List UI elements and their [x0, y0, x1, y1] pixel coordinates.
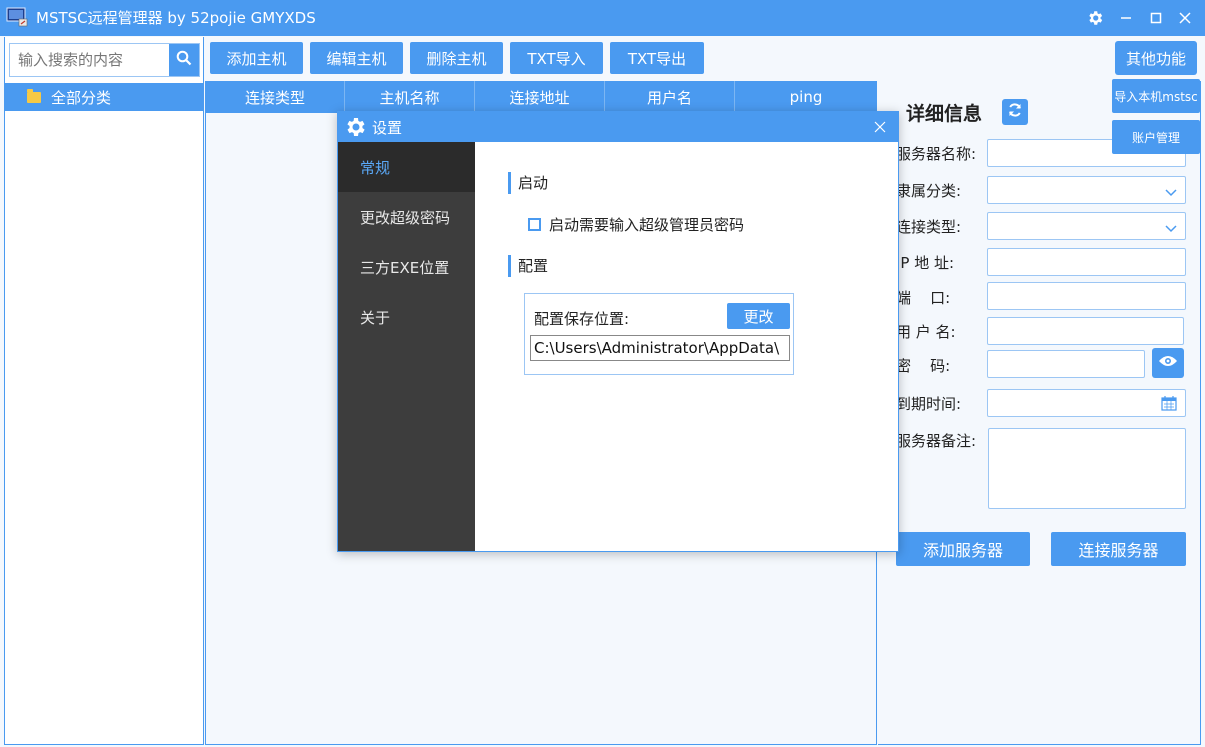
password-field[interactable]: [987, 350, 1145, 378]
ip-field[interactable]: [987, 248, 1186, 276]
save-path-field[interactable]: C:\Users\Administrator\AppData\: [530, 335, 790, 361]
refresh-icon: [1007, 102, 1023, 122]
conn-type-select[interactable]: [987, 212, 1186, 240]
category-label: 隶属分类:: [896, 182, 962, 200]
app-title: MSTSC远程管理器 by 52pojie GMYXDS: [36, 9, 316, 27]
server-name-label: 服务器名称:: [896, 145, 977, 163]
category-panel: 全部分类: [4, 37, 204, 745]
dialog-title-bar: 设置: [338, 112, 898, 142]
ip-label: IP 地 址:: [896, 254, 955, 272]
password-label: 密 码:: [896, 357, 951, 375]
folder-icon: [27, 88, 41, 103]
port-label: 端 口:: [896, 289, 951, 307]
require-password-checkbox[interactable]: 启动需要输入超级管理员密码: [528, 214, 744, 235]
search-button[interactable]: [169, 44, 199, 76]
eye-icon: [1158, 354, 1178, 372]
dialog-title: 设置: [372, 119, 403, 137]
config-section-heading: 配置: [508, 255, 548, 277]
detail-title: 详细信息: [906, 103, 983, 125]
settings-nav: 常规 更改超级密码 三方EXE位置 关于: [338, 142, 475, 551]
other-functions-button[interactable]: 其他功能: [1115, 41, 1197, 75]
save-location-label: 配置保存位置:: [534, 310, 630, 328]
close-icon[interactable]: [870, 117, 890, 137]
startup-section-heading: 启动: [508, 172, 548, 194]
show-password-button[interactable]: [1152, 348, 1184, 378]
maximize-icon[interactable]: [1143, 5, 1169, 31]
expiry-label: 到期时间:: [896, 395, 962, 413]
txt-export-button[interactable]: TXT导出: [610, 42, 704, 74]
calendar-icon[interactable]: [1161, 395, 1177, 415]
app-monitor-icon: [6, 7, 28, 27]
config-location-group: 配置保存位置: 更改 C:\Users\Administrator\AppDat…: [524, 293, 794, 375]
table-header: 连接类型 主机名称 连接地址 用户名 ping: [206, 81, 877, 113]
column-header-address[interactable]: 连接地址: [475, 81, 605, 113]
column-header-conn-type[interactable]: 连接类型: [206, 81, 345, 113]
column-header-username[interactable]: 用户名: [605, 81, 735, 113]
nav-item-about[interactable]: 关于: [338, 292, 475, 342]
search-icon: [176, 50, 192, 70]
change-location-button[interactable]: 更改: [727, 303, 790, 329]
expiry-date-field[interactable]: [987, 389, 1186, 417]
column-header-host-name[interactable]: 主机名称: [345, 81, 475, 113]
chevron-down-icon: [1165, 221, 1177, 237]
remark-textarea[interactable]: [988, 428, 1186, 509]
close-icon[interactable]: [1172, 5, 1198, 31]
txt-import-button[interactable]: TXT导入: [510, 42, 603, 74]
require-password-label: 启动需要输入超级管理员密码: [549, 216, 745, 234]
edit-host-button[interactable]: 编辑主机: [310, 42, 403, 74]
chevron-down-icon: [1165, 185, 1177, 201]
add-host-button[interactable]: 添加主机: [210, 42, 303, 74]
nav-item-change-super-password[interactable]: 更改超级密码: [338, 192, 475, 242]
menu-item-import-local-mstsc[interactable]: 导入本机mstsc: [1112, 79, 1200, 113]
gear-icon[interactable]: [1082, 5, 1108, 31]
nav-item-third-party-exe[interactable]: 三方EXE位置: [338, 242, 475, 292]
connect-server-button[interactable]: 连接服务器: [1051, 532, 1186, 566]
menu-item-account-management[interactable]: 账户管理: [1112, 120, 1200, 154]
search-box: [9, 43, 200, 77]
refresh-button[interactable]: [1002, 99, 1028, 125]
title-bar: MSTSC远程管理器 by 52pojie GMYXDS: [0, 0, 1205, 36]
username-label: 用 户 名:: [896, 323, 956, 341]
category-select[interactable]: [987, 176, 1186, 204]
username-field[interactable]: [987, 317, 1184, 345]
gear-icon: [343, 115, 367, 143]
conn-type-label: 连接类型:: [896, 218, 962, 236]
delete-host-button[interactable]: 删除主机: [410, 42, 503, 74]
minimize-icon[interactable]: [1113, 5, 1139, 31]
add-server-button[interactable]: 添加服务器: [896, 532, 1030, 566]
remark-label: 服务器备注:: [896, 432, 977, 450]
settings-dialog: 设置 常规 更改超级密码 三方EXE位置 关于 启动 启动需要输入超级管理员密码…: [337, 111, 899, 552]
tree-item-label: 全部分类: [51, 88, 112, 107]
checkbox-icon: [528, 218, 541, 231]
nav-item-general[interactable]: 常规: [338, 142, 475, 192]
column-header-ping[interactable]: ping: [735, 81, 877, 113]
port-field[interactable]: [987, 282, 1186, 310]
search-input[interactable]: [10, 44, 170, 76]
tree-item-all-categories[interactable]: 全部分类: [5, 83, 203, 111]
